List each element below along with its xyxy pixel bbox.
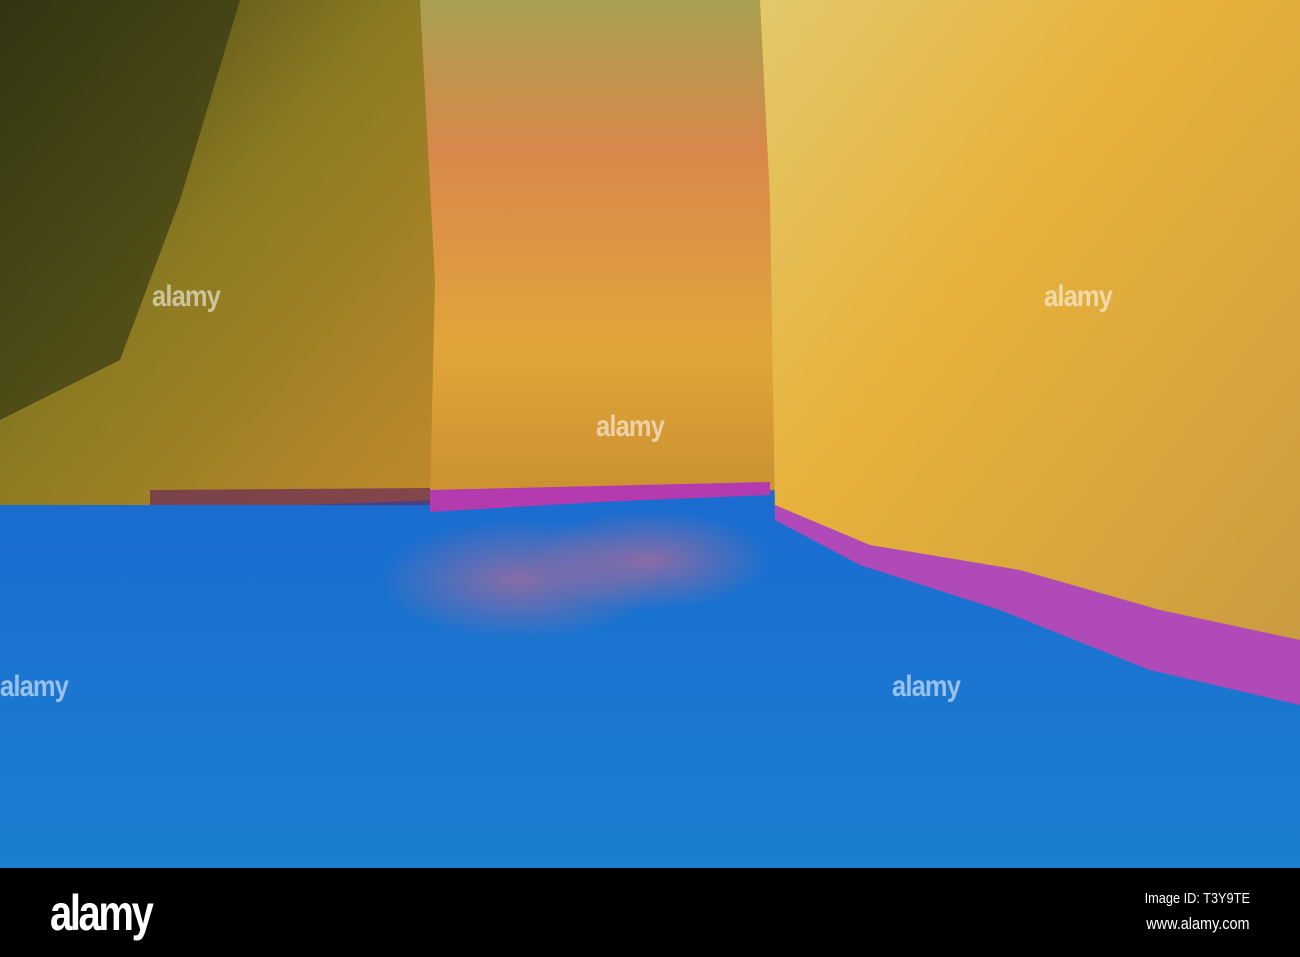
watermark: alamy [152, 280, 221, 313]
footer-bar: alamy Image ID: T3Y9TE www.alamy.com [0, 868, 1300, 957]
stock-photo: alamy alamy alamy alamy alamy alamy Imag… [0, 0, 1300, 957]
watermark: alamy [1044, 280, 1113, 313]
alamy-logo: alamy [50, 885, 154, 941]
watermark: alamy [0, 670, 69, 703]
website-url: www.alamy.com [1146, 914, 1250, 933]
watermark: alamy [596, 410, 665, 443]
image-id: Image ID: T3Y9TE [1144, 890, 1250, 907]
watermark: alamy [892, 670, 961, 703]
